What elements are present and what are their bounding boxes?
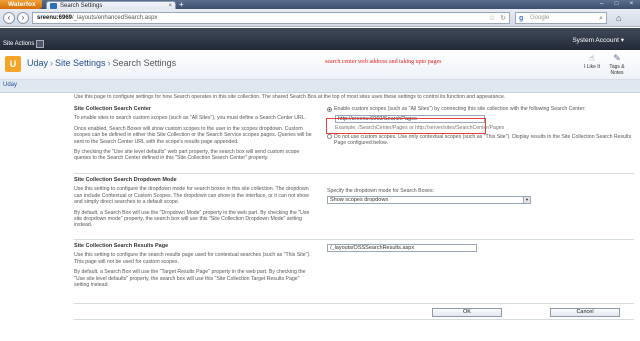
section-divider [74, 239, 634, 240]
url-path: /_layouts/enhancedSearch.aspx [72, 15, 158, 21]
page-title: Search Settings [112, 58, 177, 68]
browser-title-bar: Waterfox Search Settings × + – □ × [0, 0, 640, 10]
enable-custom-scopes-label: Enable custom scopes (such as "All Sites… [334, 106, 586, 112]
section-divider [74, 303, 634, 304]
search-settings-form: Use this page to configure settings for … [74, 93, 634, 318]
new-tab-button[interactable]: + [179, 1, 184, 9]
breadcrumb: Uday › Site Settings › Search Settings [27, 58, 176, 68]
i-like-it-button[interactable]: ☝ I Like It [580, 53, 604, 70]
ok-button[interactable]: OK [432, 308, 502, 317]
i-like-it-label: I Like It [583, 64, 601, 70]
dropdown-mode-label: Specify the dropdown mode for Search Box… [327, 188, 434, 194]
breadcrumb-link-site-settings[interactable]: Site Settings [55, 58, 106, 68]
forward-icon[interactable]: › [17, 12, 29, 24]
red-annotation-text: search center web address and taking upt… [325, 59, 442, 65]
dropdown-mode-title: Site Collection Search Dropdown Mode [74, 177, 177, 183]
enable-custom-scopes-radio[interactable] [327, 106, 332, 112]
results-page-desc-2: By default, a Search Box will use the "T… [74, 269, 306, 289]
top-nav-bar: Uday [0, 80, 640, 93]
tags-notes-label-2: Notes [610, 70, 624, 76]
dropdown-mode-select[interactable]: Show scopes dropdown ▼ [327, 196, 531, 205]
site-actions-label: Site Actions [3, 41, 35, 47]
minimize-icon[interactable]: – [597, 1, 606, 7]
red-highlight-box [326, 118, 486, 134]
breadcrumb-separator: › [50, 58, 54, 68]
search-center-desc-2: Once enabled, Search Boxes will show cus… [74, 125, 312, 145]
app-menu-button[interactable]: Waterfox [0, 0, 42, 9]
dropdown-mode-desc-1: Use this setting to configure the dropdo… [74, 186, 309, 206]
disable-custom-scopes-label: Do not use custom scopes. Use only conte… [334, 133, 632, 147]
dropdown-mode-selected: Show scopes dropdown [330, 197, 389, 204]
url-host: sreenu:6969 [37, 15, 73, 21]
tags-notes-button[interactable]: ✎ Tags & Notes [605, 53, 629, 76]
top-nav-item-uday[interactable]: Uday [3, 82, 17, 88]
google-icon: g [519, 15, 524, 22]
search-placeholder: Google [530, 15, 550, 21]
window-controls: – □ × [597, 1, 636, 7]
breadcrumb-separator: › [107, 58, 111, 68]
tag-icon: ✎ [613, 53, 621, 63]
address-bar[interactable]: sreenu:6969/_layouts/enhancedSearch.aspx… [32, 12, 510, 24]
footer-divider [74, 319, 634, 320]
sharepoint-ribbon: Site Actions ▾ System Account ▾ [0, 28, 640, 50]
browser-nav-bar: ‹ › sreenu:6969/_layouts/enhancedSearch.… [0, 9, 640, 27]
user-menu[interactable]: System Account ▾ [572, 36, 624, 44]
results-page-desc-1: Use this setting to configure the search… [74, 252, 311, 265]
site-logo-icon[interactable]: U [5, 56, 21, 72]
disable-custom-scopes-radio[interactable] [327, 134, 332, 140]
intro-text: Use this page to configure settings for … [74, 94, 506, 100]
cancel-button[interactable]: Cancel [550, 308, 620, 317]
thumbs-up-icon: ☝ [589, 53, 595, 63]
search-center-title: Site Collection Search Center [74, 106, 152, 112]
search-center-desc-3: By checking the "Use site level defaults… [74, 149, 300, 162]
form-buttons: OK Cancel [74, 308, 634, 318]
results-page-title: Site Collection Search Results Page [74, 243, 169, 249]
results-page-url-input[interactable]: /_layouts/OSSSearchResults.aspx [327, 244, 477, 252]
site-actions-menu[interactable]: Site Actions ▾ [3, 41, 39, 47]
chevron-down-icon: ▼ [523, 197, 530, 204]
breadcrumb-link-uday[interactable]: Uday [27, 58, 48, 68]
browser-search-input[interactable]: g Google ⌕ [515, 12, 607, 24]
dropdown-mode-desc-2: By default, a Search Box will use the "D… [74, 209, 310, 229]
back-icon[interactable]: ‹ [3, 12, 15, 24]
bookmark-star-icon[interactable]: ☆ [489, 13, 495, 24]
reload-icon[interactable]: ↻ [500, 13, 506, 24]
page-title-area: U Uday › Site Settings › Search Settings sea… [0, 50, 640, 80]
search-center-desc-1: To enable sites to search custom scopes … [74, 115, 307, 122]
search-icon[interactable]: ⌕ [599, 13, 603, 24]
section-divider [74, 173, 634, 174]
home-icon[interactable]: ⌂ [616, 13, 621, 23]
close-window-icon[interactable]: × [627, 1, 636, 7]
browse-icon[interactable] [36, 40, 44, 48]
maximize-icon[interactable]: □ [612, 1, 621, 7]
